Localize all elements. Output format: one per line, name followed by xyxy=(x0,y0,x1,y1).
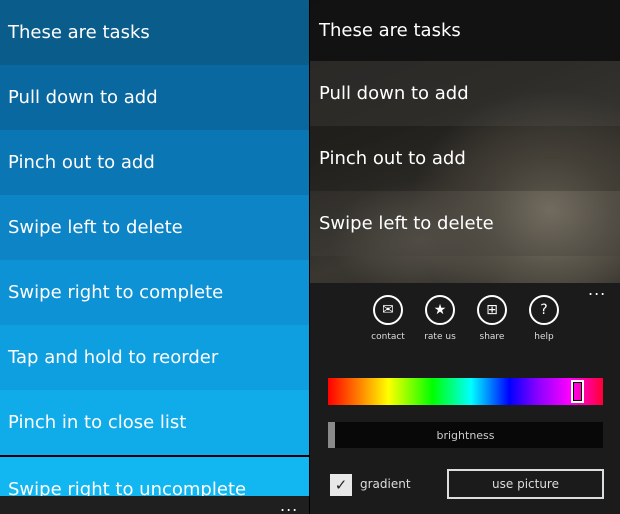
help-icon: ? xyxy=(529,295,559,325)
help-label: help xyxy=(534,332,554,342)
color-slider-handle[interactable] xyxy=(571,380,584,403)
settings-panel: ... ✉ contact ★ rate us ⊞ share ? help b… xyxy=(310,282,620,514)
star-icon: ★ xyxy=(425,295,455,325)
gift-icon: ⊞ xyxy=(477,295,507,325)
brightness-label: brightness xyxy=(436,428,495,442)
share-button[interactable]: ⊞ share xyxy=(472,295,512,342)
rate-us-label: rate us xyxy=(424,332,456,342)
task-item[interactable]: Pull down to add xyxy=(0,65,309,130)
help-button[interactable]: ? help xyxy=(524,295,564,342)
task-item[interactable]: Swipe left to delete xyxy=(0,195,309,260)
task-list-right: These are tasks Pull down to add Pinch o… xyxy=(310,0,620,514)
rate-us-button[interactable]: ★ rate us xyxy=(420,295,460,342)
contact-button[interactable]: ✉ contact xyxy=(368,295,408,342)
contact-label: contact xyxy=(371,332,405,342)
brightness-slider[interactable]: brightness xyxy=(328,422,603,448)
share-label: share xyxy=(479,332,505,342)
task-item[interactable]: Tap and hold to reorder xyxy=(0,325,309,390)
task-item[interactable]: Pinch out to add xyxy=(310,126,620,191)
gradient-label: gradient xyxy=(360,477,411,491)
use-picture-button[interactable]: use picture xyxy=(447,469,604,499)
more-icon[interactable]: ... xyxy=(280,498,298,514)
task-item[interactable]: Swipe left to delete xyxy=(310,191,620,256)
task-list-left: These are tasks Pull down to add Pinch o… xyxy=(0,0,309,514)
task-item[interactable]: Pinch out to add xyxy=(0,130,309,195)
action-icons: ✉ contact ★ rate us ⊞ share ? help xyxy=(368,295,564,342)
mail-icon: ✉ xyxy=(373,295,403,325)
task-item[interactable]: These are tasks xyxy=(310,0,620,61)
app-bar xyxy=(0,496,309,514)
task-item[interactable]: Pull down to add xyxy=(310,61,620,126)
task-item[interactable]: Swipe right to complete xyxy=(0,260,309,325)
more-icon[interactable]: ... xyxy=(588,282,606,298)
task-item[interactable]: Pinch in to close list xyxy=(0,390,309,455)
gradient-checkbox[interactable]: ✓ xyxy=(330,474,352,496)
color-spectrum-slider[interactable] xyxy=(328,378,603,405)
task-item[interactable]: These are tasks xyxy=(0,0,309,65)
